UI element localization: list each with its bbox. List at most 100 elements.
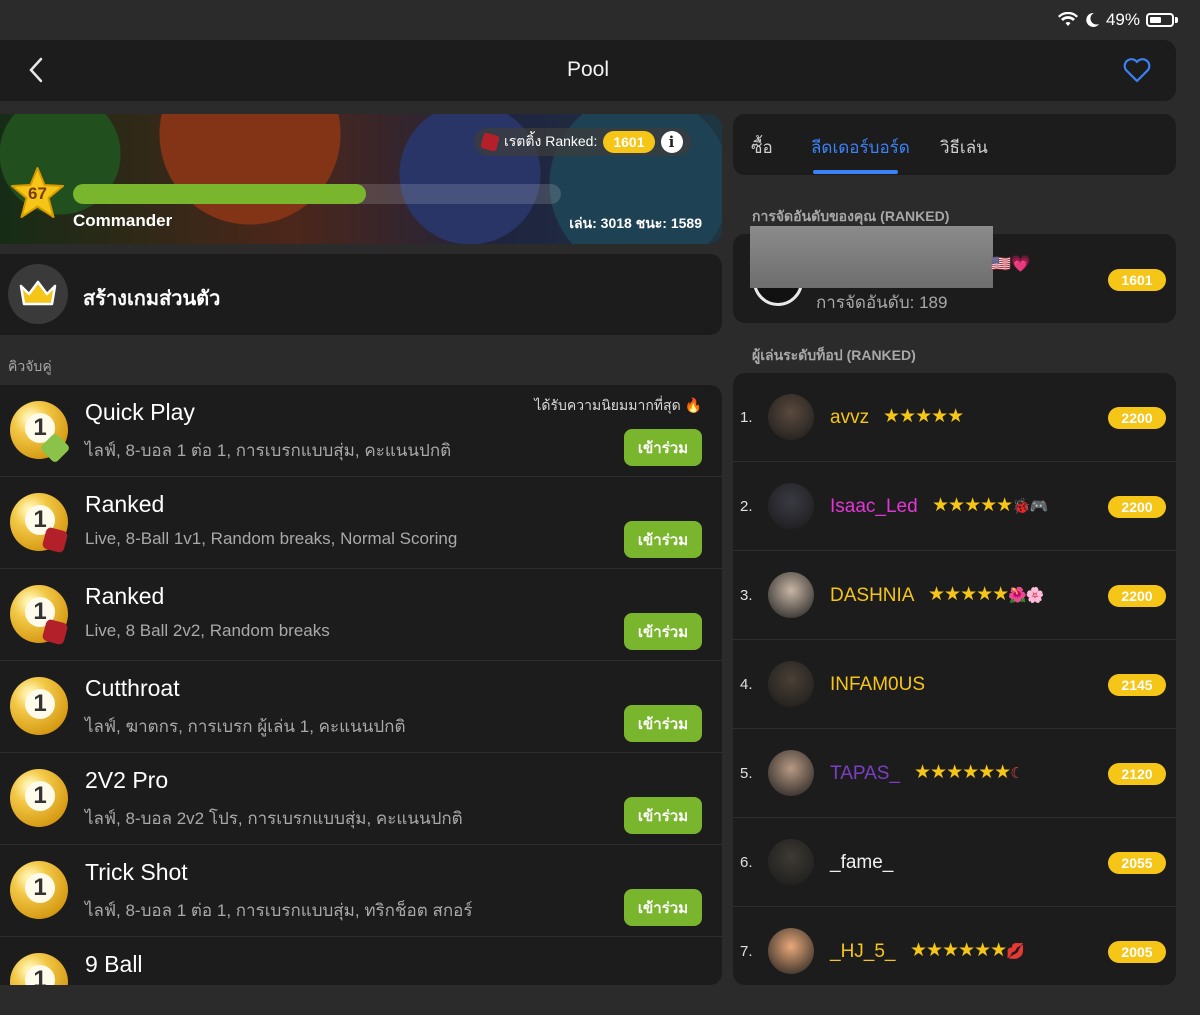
- join-button[interactable]: เข้าร่วม: [624, 521, 702, 558]
- emoji-badges: 🐞🎮: [1012, 498, 1048, 515]
- rating-label: เรตติ้ง Ranked:: [504, 133, 598, 149]
- leader-name[interactable]: avvz: [830, 407, 869, 429]
- join-button[interactable]: เข้าร่วม: [624, 429, 702, 466]
- crown-icon: [19, 280, 57, 306]
- game-mode-description: ไลฟ์, 8-บอล 1 ต่อ 1, การเบรกแบบสุ่ม, ทริ…: [85, 901, 473, 920]
- info-icon[interactable]: i: [660, 131, 683, 153]
- player-level: 67: [28, 184, 47, 203]
- game-mode-row[interactable]: 1 Ranked Live, 8-Ball 1v1, Random breaks, …: [0, 477, 722, 569]
- leaderboard-row[interactable]: 5. TAPAS_ ★★★★★★☾ 2120: [733, 729, 1176, 818]
- leader-rank: 2.: [740, 498, 753, 515]
- game-mode-row[interactable]: 1 Cutthroat ไลฟ์, ฆาตกร, การเบรก ผู้เล่น 1…: [0, 661, 722, 753]
- battery-icon: [1146, 13, 1174, 27]
- play-stats: เล่น: 3018 ชนะ: 1589: [569, 215, 702, 231]
- tab-how-to-play[interactable]: วิธีเล่น: [940, 134, 988, 161]
- leader-score: 2145: [1108, 674, 1166, 696]
- popular-tag: ได้รับความนิยมมากที่สุด 🔥: [534, 395, 702, 417]
- emoji-badges: ☾: [1010, 765, 1023, 782]
- popular-label: ได้รับความนิยมมากที่สุด: [534, 397, 681, 413]
- ranked-rating-badge: เรตติ้ง Ranked: 1601 i: [474, 128, 691, 156]
- game-mode-description: Live, 8-Ball 1v1, Random breaks, Normal …: [85, 529, 458, 548]
- wifi-icon: [1057, 12, 1078, 26]
- page-title: Pool: [566, 58, 610, 81]
- leader-score: 2055: [1108, 852, 1166, 874]
- avatar: [768, 394, 814, 440]
- emoji-badges: 💋: [1006, 943, 1025, 960]
- game-mode-title: Ranked: [85, 583, 165, 609]
- game-mode-description: ไลฟ์, ฆาตกร, การเบรก ผู้เล่น 1, คะแนนปกต…: [85, 717, 406, 736]
- leader-rank: 7.: [740, 943, 753, 960]
- leader-name[interactable]: Isaac_Led: [830, 496, 918, 518]
- leader-name[interactable]: _fame_: [830, 852, 893, 874]
- join-button[interactable]: เข้าร่วม: [624, 797, 702, 834]
- game-mode-title: Ranked: [85, 491, 165, 517]
- leader-badges: ★★★★★: [883, 405, 964, 428]
- leader-rank: 6.: [740, 854, 753, 871]
- crown-avatar: [8, 264, 68, 324]
- join-button[interactable]: เข้าร่วม: [624, 889, 702, 926]
- join-button[interactable]: เข้าร่วม: [624, 705, 702, 742]
- create-private-game-button[interactable]: สร้างเกมส่วนตัว: [0, 254, 722, 335]
- star-icon: ★★★★★: [883, 406, 964, 427]
- status-bar: 49%: [1057, 8, 1178, 32]
- leader-rank: 1.: [740, 409, 753, 426]
- leader-score: 2200: [1108, 407, 1166, 429]
- emoji-badges: 🌺🌸: [1008, 587, 1044, 604]
- avatar: [768, 572, 814, 618]
- leader-score: 2005: [1108, 941, 1166, 963]
- top-header: Pool: [0, 40, 1176, 101]
- join-button[interactable]: เข้าร่วม: [624, 613, 702, 650]
- tab-leaderboard[interactable]: ลีดเดอร์บอร์ด: [811, 134, 910, 161]
- leader-rank: 5.: [740, 765, 753, 782]
- game-mode-row[interactable]: 1 2V2 Pro ไลฟ์, 8-บอล 2v2 โปร, การเบรกแบบส…: [0, 753, 722, 845]
- leaderboard-row[interactable]: 3. DASHNIA ★★★★★🌺🌸 2200: [733, 551, 1176, 640]
- leader-name[interactable]: INFAM0US: [830, 674, 925, 696]
- leader-score: 2200: [1108, 496, 1166, 518]
- leaderboard-row[interactable]: 1. avvz ★★★★★ 2200: [733, 373, 1176, 462]
- leader-name[interactable]: TAPAS_: [830, 763, 900, 785]
- flame-icon: 🔥: [684, 397, 702, 413]
- game-mode-title: Quick Play: [85, 399, 195, 425]
- avatar: [768, 839, 814, 885]
- game-mode-list: 1 Quick Play ไลฟ์, 8-บอล 1 ต่อ 1, การเบรกแ…: [0, 385, 722, 985]
- leader-rank: 3.: [740, 587, 753, 604]
- leader-name[interactable]: _HJ_5_: [830, 941, 896, 963]
- game-mode-row[interactable]: 1 Quick Play ไลฟ์, 8-บอล 1 ต่อ 1, การเบรกแ…: [0, 385, 722, 477]
- leaderboard-list: 1. avvz ★★★★★ 2200 2. Isaac_Led ★★★★★🐞🎮 2200 3. D…: [733, 373, 1176, 985]
- leader-name[interactable]: DASHNIA: [830, 585, 914, 607]
- avatar: [768, 750, 814, 796]
- game-mode-description: Live, 8 Ball 2v2, Random breaks: [85, 621, 330, 640]
- leaderboard-row[interactable]: 7. _HJ_5_ ★★★★★★💋 2005: [733, 907, 1176, 985]
- avatar: [768, 661, 814, 707]
- leader-badges: ★★★★★★☾: [914, 761, 1024, 784]
- xp-progress-fill: [73, 184, 366, 204]
- rating-value: 1601: [603, 131, 655, 153]
- tab-shop[interactable]: ซื้อ: [751, 134, 773, 161]
- game-mode-row[interactable]: 1 Ranked Live, 8 Ball 2v2, Random breaks เข…: [0, 569, 722, 661]
- tab-bar: ซื้อ ลีดเดอร์บอร์ด วิธีเล่น: [733, 114, 1176, 175]
- my-rank-card[interactable]: 🇺🇸💗 การจัดอันดับ: 189 1601: [733, 226, 1176, 323]
- game-mode-row[interactable]: 1 9 Ball: [0, 937, 722, 985]
- game-mode-title: Trick Shot: [85, 859, 188, 885]
- moon-icon: [1086, 12, 1099, 27]
- matchmaking-heading: คิวจับคู่: [8, 358, 52, 374]
- leaderboard-row[interactable]: 4. INFAM0US 2145: [733, 640, 1176, 729]
- flag-icon: 🇺🇸💗: [991, 256, 1031, 273]
- game-mode-row[interactable]: 1 Trick Shot ไลฟ์, 8-บอล 1 ต่อ 1, การเบรกแ…: [0, 845, 722, 937]
- leaderboard-row[interactable]: 6. _fame_ 2055: [733, 818, 1176, 907]
- pool-ball-icon: 1: [10, 769, 68, 827]
- game-mode-title: 2V2 Pro: [85, 767, 169, 793]
- my-rank-heading: การจัดอันดับของคุณ (RANKED): [752, 208, 950, 224]
- leader-score: 2120: [1108, 763, 1166, 785]
- star-icon: ★★★★★★: [910, 940, 1007, 961]
- leader-badges: ★★★★★🐞🎮: [932, 494, 1049, 517]
- leaderboard-row[interactable]: 2. Isaac_Led ★★★★★🐞🎮 2200: [733, 462, 1176, 551]
- leader-rank: 4.: [740, 676, 753, 693]
- dice-icon: [480, 132, 500, 152]
- star-icon: ★★★★★: [932, 495, 1013, 516]
- game-mode-title: Cutthroat: [85, 675, 180, 701]
- leader-badges: ★★★★★★💋: [910, 939, 1025, 962]
- create-private-game-label: สร้างเกมส่วนตัว: [83, 288, 221, 310]
- heart-icon[interactable]: [1122, 55, 1152, 85]
- my-rank-position: การจัดอันดับ: 189: [816, 293, 948, 312]
